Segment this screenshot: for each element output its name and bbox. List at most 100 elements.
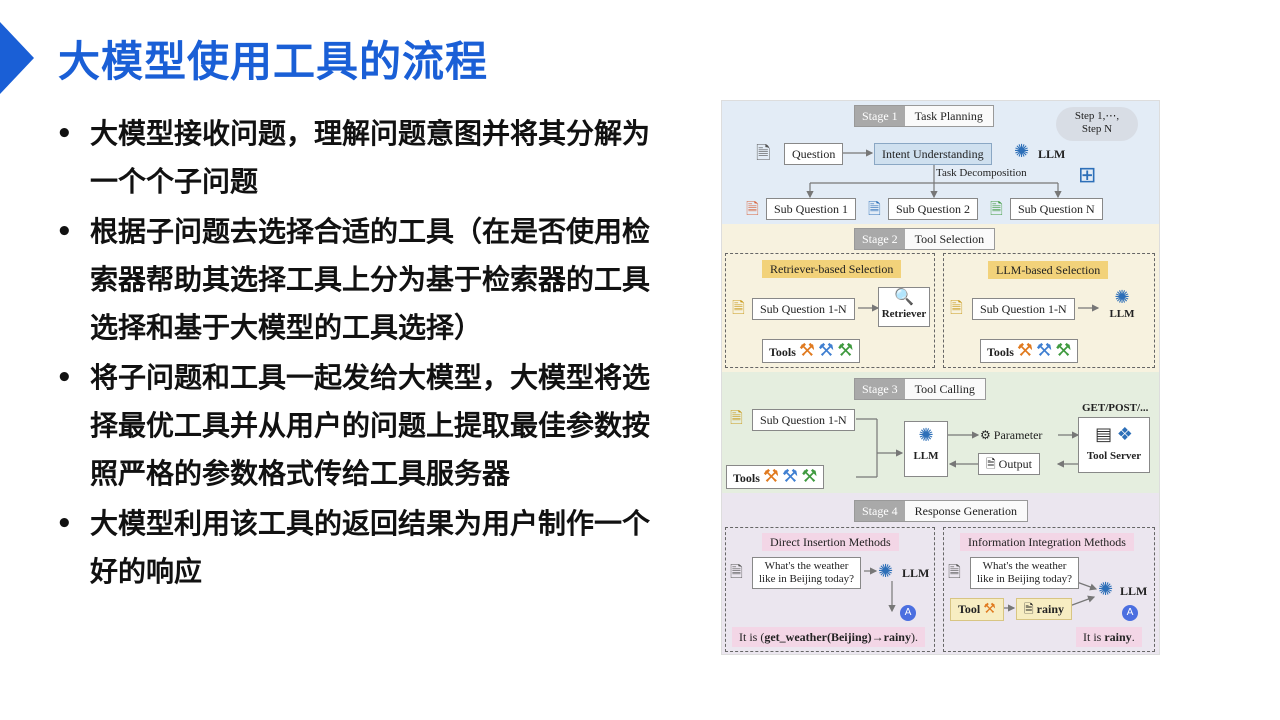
direct-weather-question-box: What's the weather like in Beijing today… [752, 557, 862, 589]
stage3-number: Stage 3 [855, 379, 905, 399]
stage1-number: Stage 1 [855, 106, 905, 126]
direct-answer-suffix: ). [910, 630, 918, 644]
bullet-dot-icon: • [56, 509, 73, 539]
brain-icon: ✺ [918, 425, 934, 446]
brain-icon: ✺ [1098, 579, 1114, 600]
wrench-icon: ⚒ [801, 466, 818, 486]
llm-tools-box: Tools ⚒ ⚒ ⚒ [980, 339, 1079, 363]
direct-answer-prefix: It is ( [739, 630, 765, 644]
stage1-llm-label: LLM [1038, 147, 1066, 161]
stage3-name: Tool Calling [914, 382, 975, 396]
bullet-text: 大模型利用该工具的返回结果为用户制作一个好的响应 [90, 507, 651, 588]
llm-tools-label: Tools [987, 345, 1014, 359]
sub-question-1-box: Sub Question 1 [766, 198, 857, 220]
document-search-icon: 🗎 [950, 298, 963, 317]
direct-weather-q-line1: What's the weather [764, 560, 849, 572]
wrench-icon: ⚒ [762, 466, 780, 486]
step-cloud-line1: Step 1,⋯, [1074, 110, 1120, 122]
wrench-icon: ⚒ [1036, 340, 1053, 360]
llm-sub-question-box: Sub Question 1-N [972, 298, 1075, 320]
rainy-result-label: rainy [1036, 602, 1064, 616]
file-icon: 🗎 [986, 457, 999, 471]
integration-tool-label: Tool [958, 602, 981, 616]
task-decomposition-label: Task Decomposition [936, 167, 1027, 179]
document-search-icon: 🗎 [730, 408, 743, 427]
wrench-icon: ⚒ [782, 466, 799, 486]
parameter-text: Parameter [993, 428, 1043, 442]
integration-answer-prefix: It is [1083, 630, 1105, 644]
step-cloud: Step 1,⋯, Step N [1056, 107, 1138, 141]
bullet-list: • 大模型接收问题，理解问题意图并将其分解为一个个子问题 • 根据子问题去选择合适的… [52, 110, 692, 598]
retriever-tools-label: Tools [769, 345, 796, 359]
brain-icon: ✺ [1114, 287, 1130, 308]
bullet-item: • 根据子问题去选择合适的工具（在是否使用检索器帮助其选择工具上分为基于检索器的工… [52, 208, 692, 352]
stage2-number: Stage 2 [855, 229, 905, 249]
calling-llm-box: ✺ LLM [904, 421, 948, 477]
stage4-header: Stage 4 Response Generation [854, 500, 1028, 522]
wrench-icon: ⚒ [798, 340, 816, 360]
stage1-name: Task Planning [914, 109, 983, 123]
direct-insertion-label: Direct Insertion Methods [762, 533, 899, 551]
wrench-icon: ⚒ [1016, 340, 1034, 360]
get-post-label: GET/POST/... [1082, 402, 1149, 414]
wrench-icon: ⚒ [983, 602, 996, 617]
step-cloud-line2: Step N [1081, 123, 1113, 135]
document-search-icon: 🗎 [730, 562, 743, 581]
integration-answer: It is rainy. [1076, 627, 1142, 647]
server-icon: ▤ ❖ [1095, 424, 1133, 444]
output-label: Output [998, 457, 1032, 471]
document-search-icon: 🗎 [732, 298, 745, 317]
slide-title: 大模型使用工具的流程 [58, 37, 489, 86]
bullet-item: • 大模型接收问题，理解问题意图并将其分解为一个个子问题 [52, 110, 692, 206]
wrench-icon: ⚒ [1055, 340, 1072, 360]
brain-icon: ✺ [1014, 141, 1030, 162]
stage2-name: Tool Selection [914, 232, 985, 246]
stage3-header: Stage 3 Tool Calling [854, 378, 986, 400]
stage2-header: Stage 2 Tool Selection [854, 228, 996, 250]
bullet-item: • 大模型利用该工具的返回结果为用户制作一个好的响应 [52, 500, 692, 596]
stage4-name: Response Generation [914, 504, 1017, 518]
assistant-avatar-icon: A [1122, 605, 1138, 621]
integration-weather-q-line2: like in Beijing today? [977, 573, 1073, 585]
bullet-dot-icon: • [56, 363, 73, 393]
integration-answer-value: rainy [1104, 630, 1132, 644]
bullet-text: 根据子问题去选择合适的工具（在是否使用检索器帮助其选择工具上分为基于检索器的工具… [90, 215, 651, 344]
retriever-box: 🔍 Retriever [878, 287, 930, 327]
parameter-label: ⚙ Parameter [980, 428, 1042, 442]
direct-weather-q-line2: like in Beijing today? [759, 573, 855, 585]
retriever-label: Retriever [881, 308, 927, 320]
direct-answer-call: get_weather(Beijing)→rainy [764, 630, 911, 644]
tool-server-label: Tool Server [1086, 450, 1142, 462]
integration-weather-question-box: What's the weather like in Beijing today… [970, 557, 1080, 589]
calling-tools-box: Tools ⚒ ⚒ ⚒ [726, 465, 825, 489]
rainy-result-box: 🗎 rainy [1016, 598, 1072, 620]
document-search-icon: 🗎 [746, 199, 759, 218]
sub-question-n-box: Sub Question N [1010, 198, 1103, 220]
document-search-icon: 🗎 [990, 199, 1003, 218]
bullet-dot-icon: • [56, 119, 73, 149]
output-box: 🗎 Output [978, 453, 1040, 475]
document-search-icon: 🗎 [756, 143, 771, 164]
tool-server-box: ▤ ❖ Tool Server [1078, 417, 1150, 473]
sliders-icon: ⚙ [980, 428, 994, 442]
llm-selector-label: LLM [1109, 308, 1135, 320]
title-accent-triangle [0, 22, 34, 94]
integration-tool-box: Tool ⚒ [950, 598, 1004, 621]
stage1-header: Stage 1 Task Planning [854, 105, 994, 127]
retriever-sub-question-box: Sub Question 1-N [752, 298, 855, 320]
bullet-item: • 将子问题和工具一起发给大模型，大模型将选择最优工具并从用户的问题上提取最佳参数… [52, 354, 692, 498]
integration-weather-q-line1: What's the weather [982, 560, 1067, 572]
stage4-number: Stage 4 [855, 501, 905, 521]
wrench-icon: ⚒ [818, 340, 835, 360]
bullet-dot-icon: • [56, 217, 73, 247]
wrench-icon: ⚒ [837, 340, 854, 360]
llm-based-label: LLM-based Selection [988, 261, 1109, 279]
brain-icon: ✺ [878, 561, 894, 582]
sub-question-2-box: Sub Question 2 [888, 198, 979, 220]
llm-selector: ✺ LLM [1100, 287, 1144, 320]
question-box: Question [784, 143, 844, 165]
direct-answer: It is (get_weather(Beijing)→rainy). [732, 627, 925, 647]
integration-answer-suffix: . [1131, 630, 1135, 644]
retriever-tools-box: Tools ⚒ ⚒ ⚒ [762, 339, 861, 363]
magnifier-icon: 🔍 [894, 287, 914, 306]
